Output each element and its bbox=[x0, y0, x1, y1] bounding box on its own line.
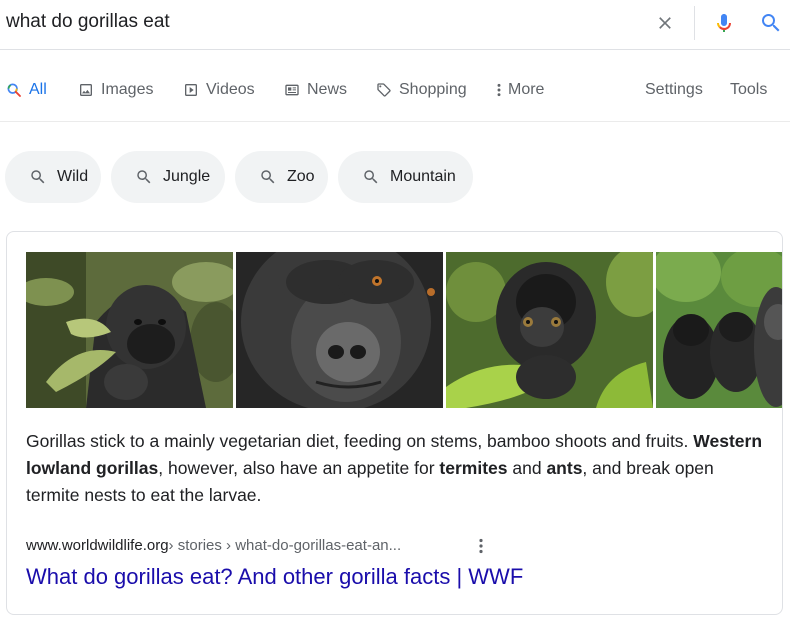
snippet-highlight: ants bbox=[546, 458, 583, 478]
more-vertical-icon bbox=[479, 538, 483, 554]
chip-label: Wild bbox=[57, 168, 89, 185]
chip-label: Jungle bbox=[163, 168, 211, 185]
search-icon bbox=[261, 170, 275, 184]
image-icon bbox=[80, 84, 92, 96]
close-icon bbox=[659, 17, 671, 29]
clear-search-button[interactable] bbox=[650, 8, 680, 38]
tab-images[interactable]: Images bbox=[78, 81, 153, 99]
search-bar-divider bbox=[694, 6, 695, 40]
tab-all[interactable]: All bbox=[6, 81, 47, 99]
tab-news-label: News bbox=[307, 81, 348, 98]
result-breadcrumbs: › stories › what-do-gorillas-eat-an... bbox=[168, 537, 402, 554]
snippet-segment: , however, also have an appetite for bbox=[158, 458, 440, 478]
result-domain: www.worldwildlife.org bbox=[26, 537, 169, 554]
chip-jungle[interactable]: Jungle bbox=[111, 151, 225, 203]
gorilla-family-image[interactable] bbox=[656, 252, 782, 408]
result-options-button[interactable] bbox=[473, 536, 489, 556]
snippet-segment: and bbox=[507, 458, 547, 478]
search-icon bbox=[137, 170, 151, 184]
video-icon bbox=[185, 84, 197, 96]
result-url: www.worldwildlife.org › stories › what-d… bbox=[26, 537, 401, 554]
tab-videos[interactable]: Videos bbox=[183, 81, 255, 99]
baby-gorilla-eating-image[interactable] bbox=[446, 252, 653, 408]
search-icon bbox=[7, 83, 21, 97]
settings-link[interactable]: Settings bbox=[645, 81, 703, 99]
tab-images-label: Images bbox=[101, 81, 154, 98]
snippet-highlight: termites bbox=[439, 458, 508, 478]
search-icon bbox=[762, 14, 780, 32]
image-carousel bbox=[26, 252, 782, 408]
tab-videos-label: Videos bbox=[206, 81, 255, 98]
chip-mountain[interactable]: Mountain bbox=[338, 151, 473, 203]
gorilla-face-closeup-image[interactable] bbox=[236, 252, 443, 408]
chip-label: Zoo bbox=[287, 168, 315, 185]
more-vertical-icon bbox=[497, 83, 501, 97]
snippet-text: Gorillas stick to a mainly vegetarian di… bbox=[26, 428, 766, 509]
snippet-segment: Gorillas stick to a mainly vegetarian di… bbox=[26, 431, 694, 451]
search-submit-button[interactable] bbox=[756, 8, 786, 38]
chip-label: Mountain bbox=[390, 168, 456, 185]
tab-shopping-label: Shopping bbox=[399, 81, 467, 98]
chip-wild[interactable]: Wild bbox=[5, 151, 101, 203]
tag-icon bbox=[377, 83, 391, 97]
tab-news[interactable]: News bbox=[284, 81, 347, 99]
gorilla-eating-leaves-image[interactable] bbox=[26, 252, 233, 408]
search-icon bbox=[31, 170, 45, 184]
search-icon bbox=[364, 170, 378, 184]
tab-more[interactable]: More bbox=[494, 81, 544, 99]
search-input[interactable] bbox=[6, 11, 606, 33]
tab-shopping[interactable]: Shopping bbox=[376, 81, 467, 99]
microphone-icon bbox=[717, 14, 731, 32]
chip-zoo[interactable]: Zoo bbox=[235, 151, 328, 203]
tab-all-label: All bbox=[29, 81, 47, 98]
featured-snippet-card: Gorillas stick to a mainly vegetarian di… bbox=[6, 231, 783, 615]
news-icon bbox=[285, 84, 299, 96]
search-tabs: All Images Videos News Shopping More Set… bbox=[0, 60, 790, 122]
tools-link[interactable]: Tools bbox=[730, 81, 767, 99]
tab-more-label: More bbox=[508, 81, 545, 98]
voice-search-button[interactable] bbox=[709, 8, 739, 38]
result-title-link[interactable]: What do gorillas eat? And other gorilla … bbox=[26, 564, 523, 590]
search-bar bbox=[0, 0, 790, 50]
